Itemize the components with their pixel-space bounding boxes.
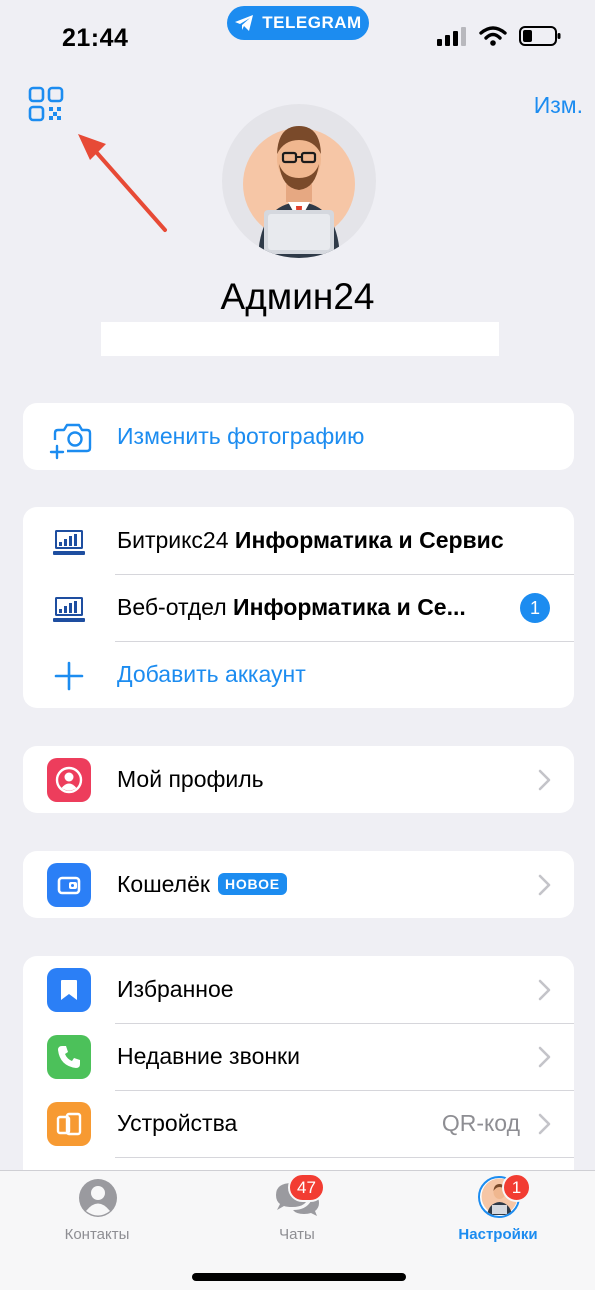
computer-chart-icon xyxy=(53,530,85,555)
settings-badge: 1 xyxy=(502,1173,531,1202)
camera-add-icon xyxy=(49,423,92,460)
profile-card: Мой профиль xyxy=(23,746,574,813)
row-divider xyxy=(115,1157,574,1158)
bookmark-icon xyxy=(47,968,91,1012)
phone-icon xyxy=(47,1035,91,1079)
profile-avatar[interactable] xyxy=(222,104,376,258)
new-badge: НОВОЕ xyxy=(217,873,287,895)
devices-value: QR-код xyxy=(441,1110,520,1136)
profile-name: Админ24 xyxy=(220,276,375,317)
chats-unread-badge: 47 xyxy=(288,1173,325,1202)
chevron-right-icon xyxy=(538,979,551,1001)
devices-label: Устройства xyxy=(117,1110,238,1136)
edit-button[interactable]: Изм. xyxy=(534,92,583,119)
recent-calls-label: Недавние звонки xyxy=(117,1043,300,1069)
wallet-label-wrap: Кошелёк НОВОЕ xyxy=(117,871,287,898)
add-account-button[interactable]: Добавить аккаунт xyxy=(23,641,574,708)
my-profile-item[interactable]: Мой профиль xyxy=(23,746,574,813)
status-bar: 21:44 TELEGRAM xyxy=(0,0,595,70)
redacted-phone-area xyxy=(101,322,499,356)
chevron-right-icon xyxy=(538,1046,551,1068)
tab-contacts-label: Контакты xyxy=(64,1226,130,1243)
qr-code-icon xyxy=(28,86,64,122)
row-divider xyxy=(115,1023,574,1024)
recent-calls-item[interactable]: Недавние звонки xyxy=(23,1023,574,1090)
wallet-icon xyxy=(47,863,91,907)
computer-chart-icon xyxy=(53,597,85,622)
change-photo-button[interactable]: Изменить фотографию xyxy=(23,403,574,470)
my-profile-label: Мой профиль xyxy=(117,766,264,792)
favorites-item[interactable]: Избранное xyxy=(23,956,574,1023)
battery-icon xyxy=(519,26,561,46)
next-item-partial xyxy=(23,1157,574,1170)
account-row-webdept[interactable]: Веб-отдел Информатика и Се... 1 xyxy=(23,574,574,641)
wallet-item[interactable]: Кошелёк НОВОЕ xyxy=(23,851,574,918)
telegram-pill[interactable]: TELEGRAM xyxy=(227,6,369,40)
person-circle-icon xyxy=(79,1179,117,1217)
avatar-illustration-icon xyxy=(243,126,355,258)
paper-plane-icon xyxy=(235,15,254,31)
tab-bar: Контакты 47 Чаты 1 Настройки xyxy=(0,1170,595,1290)
status-icons xyxy=(437,26,561,46)
row-divider xyxy=(115,641,574,642)
account-label: Веб-отдел Информатика и Се... xyxy=(117,594,466,620)
unread-count-badge: 1 xyxy=(520,593,550,623)
devices-icon xyxy=(47,1102,91,1146)
status-time: 21:44 xyxy=(62,24,129,52)
pill-label: TELEGRAM xyxy=(262,13,362,32)
accounts-card: Битрикс24 Информатика и Сервис Веб-отдел… xyxy=(23,507,574,708)
wallet-label: Кошелёк xyxy=(117,871,210,897)
change-photo-label: Изменить фотографию xyxy=(117,423,365,449)
favorites-label: Избранное xyxy=(117,976,234,1002)
change-photo-card: Изменить фотографию xyxy=(23,403,574,470)
annotation-arrow-icon xyxy=(78,134,167,232)
plus-icon xyxy=(54,661,84,691)
wifi-icon xyxy=(479,26,507,46)
person-icon xyxy=(47,758,91,802)
devices-item[interactable]: Устройства QR-код xyxy=(23,1090,574,1157)
account-row-bitrix24[interactable]: Битрикс24 Информатика и Сервис xyxy=(23,507,574,574)
row-divider xyxy=(115,574,574,575)
home-indicator xyxy=(192,1273,406,1281)
wallet-card: Кошелёк НОВОЕ xyxy=(23,851,574,918)
chevron-right-icon xyxy=(538,874,551,896)
chevron-right-icon xyxy=(538,1113,551,1135)
tab-chats-label: Чаты xyxy=(279,1226,315,1243)
add-account-label: Добавить аккаунт xyxy=(117,661,306,687)
row-divider xyxy=(115,1090,574,1091)
chevron-right-icon xyxy=(538,769,551,791)
tab-settings-label: Настройки xyxy=(458,1226,538,1243)
account-label: Битрикс24 Информатика и Сервис xyxy=(117,527,504,553)
qr-code-button[interactable] xyxy=(28,86,64,122)
signal-icon xyxy=(437,27,466,46)
settings-list-card: Избранное Недавние звонки Устройства QR-… xyxy=(23,956,574,1170)
